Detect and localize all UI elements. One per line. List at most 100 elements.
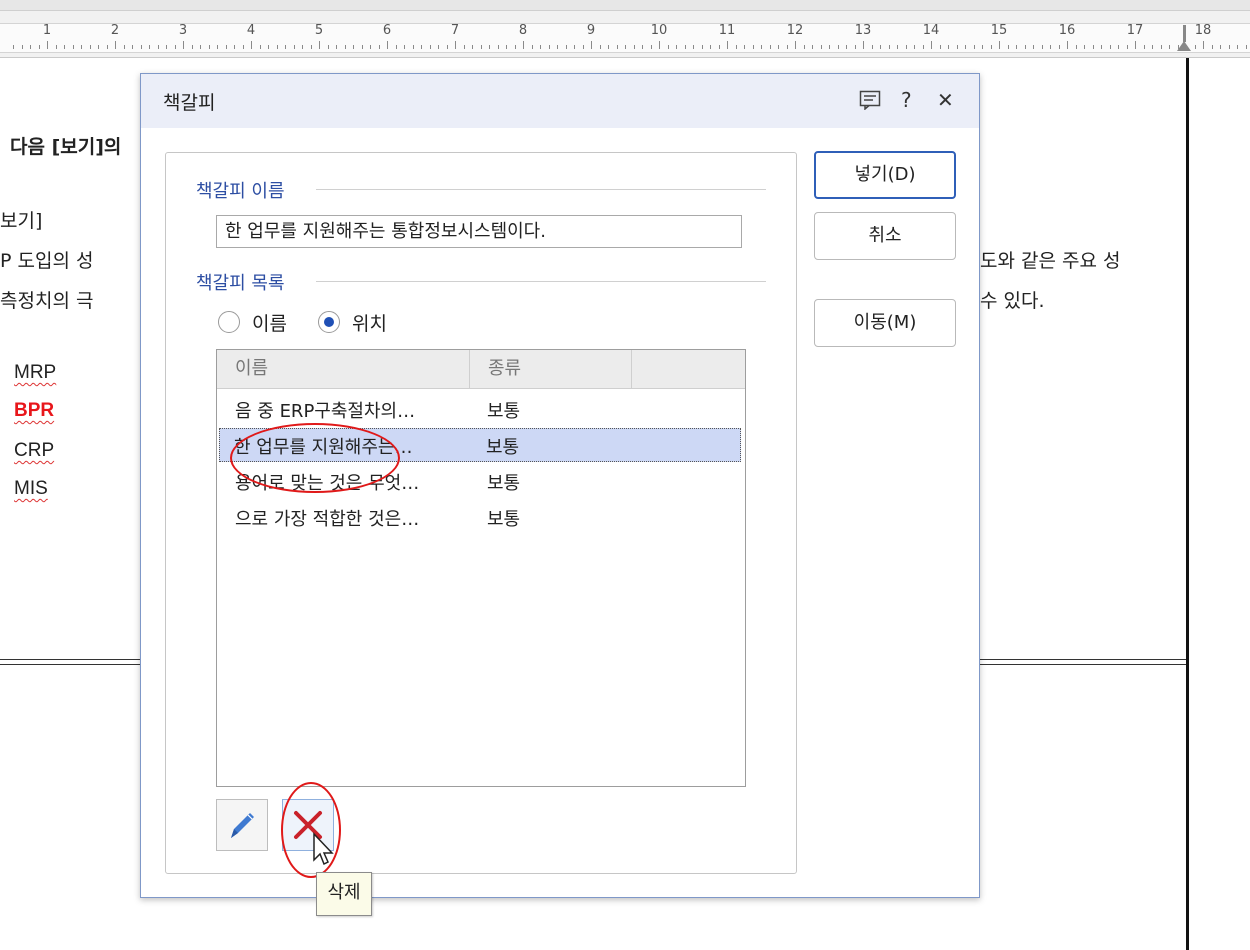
ruler-tick: [515, 45, 516, 49]
bookmark-name-input[interactable]: 한 업무를 지원해주는 통합정보시스템이다.: [216, 215, 742, 248]
ruler-tick: [115, 41, 116, 49]
column-header-name[interactable]: 이름: [217, 350, 470, 388]
ruler-tick: [370, 45, 371, 49]
ruler-tick: [498, 45, 499, 49]
window-top-strip: [0, 0, 1250, 11]
list-item-type: 보통: [487, 509, 521, 530]
bookmark-panel: 책갈피 이름 한 업무를 지원해주는 통합정보시스템이다. 책갈피 목록 이름 …: [165, 152, 797, 874]
ruler-tick: [693, 45, 694, 49]
ruler-tick: [583, 45, 584, 49]
ruler-tick: [1229, 45, 1230, 49]
ruler-tick: [404, 45, 405, 49]
ruler-tick: [260, 45, 261, 49]
close-icon[interactable]: ✕: [937, 88, 954, 112]
dialog-titlebar[interactable]: 책갈피 ? ✕: [141, 74, 979, 128]
ruler-tick: [659, 41, 660, 49]
ruler-tick: [268, 45, 269, 49]
memo-icon[interactable]: [859, 90, 881, 115]
bracket-label: 보기]: [0, 210, 43, 232]
list-section-label: 책갈피 목록: [196, 273, 285, 294]
sort-by-position-radio[interactable]: [318, 311, 340, 333]
column-header-type[interactable]: 종류: [470, 350, 632, 388]
ruler-tick: [1084, 45, 1085, 49]
list-item[interactable]: 용어로 맞는 것은 무엇… 보통: [219, 464, 741, 498]
ruler-tick: [1067, 41, 1068, 49]
option-1: MRP: [14, 362, 57, 383]
insert-button[interactable]: 넣기(D): [814, 151, 956, 199]
ruler-tick: [1008, 45, 1009, 49]
ruler-tick: [897, 45, 898, 49]
ruler-tick: [1059, 45, 1060, 49]
list-header: 이름 종류: [217, 350, 745, 389]
ruler-tick: [1033, 45, 1034, 49]
ruler[interactable]: 1 2 3 4 5 6 7 8 9 10 11 12 13 14 15 16 17 18: [0, 11, 1250, 58]
sort-by-position-label[interactable]: 위치: [352, 309, 387, 336]
ruler-tick: [1220, 45, 1221, 49]
ruler-tick: [770, 45, 771, 49]
column-header-extra[interactable]: [632, 350, 745, 388]
ruler-number: 2: [110, 23, 120, 38]
sort-by-name-label[interactable]: 이름: [252, 309, 287, 336]
help-icon[interactable]: ?: [901, 88, 912, 112]
ruler-tick: [812, 45, 813, 49]
ruler-tick: [39, 45, 40, 49]
ruler-number: 18: [1194, 23, 1212, 38]
ruler-tick: [362, 45, 363, 49]
cancel-button[interactable]: 취소: [814, 212, 956, 260]
bookmark-list[interactable]: 이름 종류 음 중 ERP구축절차의… 보통 한 업무를 지원해주는… 보통 용…: [216, 349, 746, 787]
ruler-number: 9: [586, 23, 596, 38]
list-item-type: 보통: [486, 437, 520, 458]
pencil-icon: [231, 813, 254, 838]
list-item[interactable]: 음 중 ERP구축절차의… 보통: [219, 392, 741, 426]
body-line-1-left: P 도입의 성: [0, 250, 94, 272]
mouse-cursor-icon: [313, 832, 334, 866]
dialog-title: 책갈피: [163, 92, 216, 114]
body-line-2-right: 수 있다.: [980, 290, 1045, 312]
ruler-tick: [617, 45, 618, 49]
divider-right-2: [978, 664, 1188, 665]
ruler-tick: [744, 45, 745, 49]
ruler-tick: [1144, 45, 1145, 49]
divider-left-2: [0, 664, 142, 665]
ruler-tick: [243, 45, 244, 49]
edit-bookmark-button[interactable]: [216, 799, 268, 851]
ruler-tick: [727, 41, 728, 49]
ruler-tick: [1186, 45, 1187, 49]
ruler-tick: [464, 45, 465, 49]
ruler-tick: [226, 45, 227, 49]
list-item-selected[interactable]: 한 업무를 지원해주는… 보통: [219, 428, 741, 462]
ruler-tick: [328, 45, 329, 49]
ruler-number: 3: [178, 23, 188, 38]
ruler-tick: [302, 45, 303, 49]
ruler-tick: [804, 45, 805, 49]
body-line-1-right: 도와 같은 주요 성: [980, 250, 1121, 272]
list-item[interactable]: 으로 가장 적합한 것은… 보통: [219, 500, 741, 534]
ruler-tick: [481, 45, 482, 49]
ruler-tick: [668, 45, 669, 49]
ruler-indent-marker[interactable]: [1177, 41, 1191, 51]
ruler-tick: [795, 41, 796, 49]
ruler-tick: [166, 45, 167, 49]
ruler-tick: [736, 45, 737, 49]
ruler-tick: [1016, 45, 1017, 49]
ruler-tick: [47, 41, 48, 49]
ruler-tick: [396, 45, 397, 49]
ruler-tick: [906, 45, 907, 49]
delete-tooltip: 삭제: [316, 872, 372, 916]
move-button[interactable]: 이동(M): [814, 299, 956, 347]
ruler-number: 5: [314, 23, 324, 38]
ruler-tick: [132, 45, 133, 49]
ruler-tick: [209, 45, 210, 49]
ruler-tick: [149, 45, 150, 49]
ruler-number: 10: [650, 23, 668, 38]
name-section-divider: [316, 189, 766, 190]
sort-by-name-radio[interactable]: [218, 311, 240, 333]
ruler-number: 12: [786, 23, 804, 38]
list-item-name: 한 업무를 지원해주는…: [234, 437, 413, 458]
ruler-tick: [472, 45, 473, 49]
ruler-tick: [336, 45, 337, 49]
ruler-tick: [30, 45, 31, 49]
ruler-tick: [1042, 45, 1043, 49]
ruler-margin-handle[interactable]: [1183, 25, 1186, 42]
ruler-tick: [549, 45, 550, 49]
